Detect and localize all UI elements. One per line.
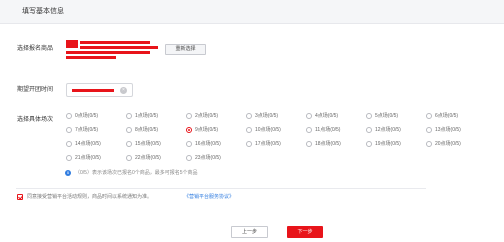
slot-radio[interactable] (246, 127, 252, 133)
slot-radio[interactable] (306, 113, 312, 119)
time-label: 期望开团时间 (17, 87, 54, 93)
slot-option-label: 23点场(0/5) (195, 155, 221, 161)
slot-option-label: 2点场(0/5) (195, 113, 219, 119)
agreement-link[interactable]: 《营销平台服务协议》 (184, 193, 234, 201)
slot-option-label: 6点场(0/5) (435, 113, 459, 119)
agree-checkbox[interactable] (17, 194, 23, 200)
slot-option-label: 4点场(0/5) (315, 113, 339, 119)
signup-form-page: 填写基本信息 选择报名商品 重新选择 期望开团时间 × 选择具体场次 0点场(0… (0, 0, 504, 242)
slot-radio[interactable] (66, 113, 72, 119)
slot-option-label: 9点场(0/5) (195, 127, 219, 133)
prev-step-button[interactable]: 上一步 (231, 226, 268, 238)
slot-option-label: 14点场(0/5) (75, 141, 101, 147)
page-title: 填写基本信息 (22, 8, 64, 15)
slot-option-label: 19点场(0/5) (375, 141, 401, 147)
slot-option-label: 12点场(0/5) (375, 127, 401, 133)
divider (16, 188, 426, 189)
slot-radio[interactable] (66, 127, 72, 133)
slot-option-label: 18点场(0/5) (315, 141, 341, 147)
slot-radio[interactable] (66, 141, 72, 147)
product-label: 选择报名商品 (17, 46, 54, 52)
slot-radio[interactable] (426, 127, 432, 133)
slot-option-label: 5点场(0/5) (375, 113, 399, 119)
slot-radio[interactable] (66, 155, 72, 161)
slot-option-label: 16点场(0/5) (195, 141, 221, 147)
slot-option-label: 0点场(0/5) (75, 113, 99, 119)
slot-option-label: 1点场(0/5) (135, 113, 159, 119)
slot-radio[interactable] (126, 155, 132, 161)
slot-option-label: 3点场(0/5) (255, 113, 279, 119)
agreement-text: 同意接受营销平台活动规则，商品时间以系统通知为准。 (27, 194, 153, 200)
next-step-button[interactable]: 下一步 (287, 226, 323, 238)
slot-radio[interactable] (186, 155, 192, 161)
page-header: 填写基本信息 (0, 0, 504, 24)
slot-radio[interactable] (426, 113, 432, 119)
slot-radio[interactable] (246, 141, 252, 147)
slot-radio[interactable] (126, 141, 132, 147)
slot-radio[interactable] (186, 127, 192, 133)
slot-option-label: 15点场(0/5) (135, 141, 161, 147)
slot-radio[interactable] (366, 127, 372, 133)
slot-option-label: 8点场(0/5) (135, 127, 159, 133)
slot-option-label: 20点场(0/5) (435, 141, 461, 147)
slot-option-label: 17点场(0/5) (255, 141, 281, 147)
slot-radio[interactable] (366, 141, 372, 147)
slot-radio[interactable] (246, 113, 252, 119)
start-time-input[interactable]: × (66, 83, 133, 97)
slot-hint: （0/5）表示该场次已报名0个商品，最多可报名5个商品 (75, 170, 198, 176)
slot-option-label: 10点场(0/5) (255, 127, 281, 133)
slot-radio[interactable] (366, 113, 372, 119)
slot-label: 选择具体场次 (17, 117, 54, 123)
redacted-time (72, 89, 114, 92)
slot-radio[interactable] (426, 141, 432, 147)
slot-radio[interactable] (306, 127, 312, 133)
slot-radio[interactable] (126, 113, 132, 119)
slot-radio[interactable] (186, 141, 192, 147)
slot-radio[interactable] (306, 141, 312, 147)
reselect-button[interactable]: 重新选择 (165, 44, 206, 55)
slot-option-label: 21点场(0/5) (75, 155, 101, 161)
info-icon: i (65, 170, 71, 176)
slot-option-label: 22点场(0/5) (135, 155, 161, 161)
slot-radio[interactable] (126, 127, 132, 133)
slot-option-label: 11点场(0/5) (315, 127, 341, 133)
clear-icon[interactable]: × (120, 87, 127, 94)
slot-option-label: 7点场(0/5) (75, 127, 99, 133)
slot-option-label: 13点场(0/5) (435, 127, 461, 133)
slot-radio[interactable] (186, 113, 192, 119)
